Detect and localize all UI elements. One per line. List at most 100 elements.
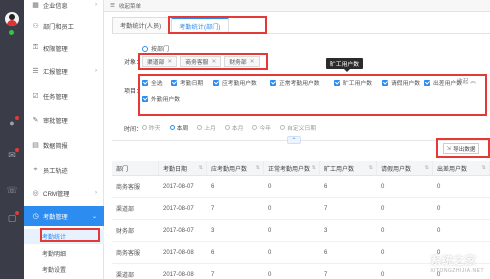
sidebar-item-label: 任务管理 [43,93,68,101]
avatar[interactable] [5,12,19,26]
cell: 财务部 [116,229,135,235]
cell: 0 [268,249,272,256]
sidebar: ▦ 企业信息 › ⚇ 部门和员工 ⚿ 权限管理 ☰ 汇报管理 › ☑ 任务管理 … [24,0,104,279]
column-header-leave[interactable]: 请假用户数 ⇅ [377,161,433,175]
sidebar-item-departments[interactable]: ⚇ 部门和员工 [24,16,104,36]
column-header-date[interactable]: 考勤日期 ⇅ [159,161,207,175]
table-row[interactable]: 商务客服 2017-08-07 6 0 6 0 0 [112,176,490,198]
sidebar-sub-attendance-detail[interactable]: 考勤明细 [24,246,104,261]
sidebar-item-reports[interactable]: ☰ 汇报管理 › [24,61,104,81]
sidebar-item-permissions[interactable]: ⚿ 权限管理 [24,38,104,58]
sort-icon[interactable]: ⇅ [199,165,203,171]
phone-icon[interactable]: ☏ [6,185,18,195]
cell: 商务客服 [116,185,141,191]
header-label: 正常考勤用户数 [268,166,311,173]
cell: 7 [211,271,215,278]
notification-icon[interactable]: ● [6,116,19,128]
sidebar-item-label: 企业信息 [43,2,68,10]
divider [112,140,490,141]
sort-icon[interactable]: ⇅ [312,165,316,171]
sort-icon[interactable]: ⇅ [256,165,260,171]
sidebar-sub-attendance-settings[interactable]: 考勤设置 [24,262,104,277]
time-option-yesterday[interactable]: 昨天 [142,123,161,132]
route-icon: ⌖ [33,166,38,173]
time-options: 昨天 本周 上月 本月 今年 自定义日期 [142,123,325,132]
column-header-expected[interactable]: 应考勤用户数 ⇅ [207,161,264,175]
cell: 2017-08-07 [163,205,194,212]
radio-label: 按部门 [151,47,170,53]
mail-icon[interactable]: ✉ [6,148,19,160]
highlight-box [138,74,487,116]
chevron-up-icon[interactable]: ⌃ [287,136,301,144]
sidebar-item-employee-tracks[interactable]: ⌖ 员工轨迹 [24,160,104,180]
chevron-down-icon: ⌄ [91,213,97,220]
clock-icon: ◷ [32,213,39,220]
radio-icon [142,125,147,130]
cell: 2017-08-08 [163,249,194,256]
cell: 7 [211,205,215,212]
cell: 6 [211,183,215,190]
header-label: 部门 [116,166,129,173]
approval-icon: ✎ [32,117,39,124]
sort-icon[interactable]: ⇅ [369,165,373,171]
sort-icon[interactable]: ⇅ [482,165,486,171]
cell: 渠道部 [116,273,135,279]
column-header-trip[interactable]: 出差用户数 ⇅ [433,161,490,175]
radio-icon [280,125,286,130]
cell: 0 [268,183,272,190]
online-status-dot [9,30,14,35]
cell: 6 [211,249,215,256]
time-option-label: 今年 [259,126,272,132]
time-label: 时间： [124,127,143,133]
sidebar-item-tasks[interactable]: ☑ 任务管理 [24,86,104,106]
time-option-this-month[interactable]: 本月 [224,123,243,132]
time-option-this-year[interactable]: 今年 [252,123,271,132]
time-option-custom[interactable]: 自定义日期 [280,123,316,132]
sidebar-item-label: 审批管理 [43,117,68,125]
report-icon: ☰ [32,68,39,75]
cell: 0 [437,205,441,212]
sidebar-item-company[interactable]: ▦ 企业信息 › [24,0,104,15]
time-option-this-week[interactable]: 本周 [169,123,188,132]
cell: 商务客服 [116,251,141,257]
table-row[interactable]: 财务部 2017-08-07 3 0 3 0 0 [112,220,490,242]
sidebar-item-attendance[interactable]: ◷ 考勤管理 ⌄ [24,206,104,226]
radio-icon [252,125,258,130]
cell: 6 [324,183,328,190]
app-rail: ● ✉ ☏ ▢ [0,0,24,279]
task-icon: ☑ [32,93,39,100]
sidebar-item-crm[interactable]: ◎ CRM管理 › [24,183,104,203]
column-header-department[interactable]: 部门 [112,161,159,175]
sidebar-item-data-brief[interactable]: ▤ 数据简报 [24,135,104,155]
radio-selected-icon [169,125,175,130]
watermark: 系统之家 XITONGZHIJIA.NET [430,252,484,274]
time-option-last-month[interactable]: 上月 [197,123,216,132]
building-icon: ▦ [32,2,39,9]
cell: 2017-08-08 [163,271,194,278]
collapse-menu-label[interactable]: 收起菜单 [119,2,141,10]
collapse-menu-icon[interactable]: ☰ [110,3,115,9]
sidebar-item-label: 员工轨迹 [43,167,68,175]
chevron-right-icon: › [95,190,97,196]
time-option-label: 昨天 [149,126,161,132]
chat-icon[interactable]: ▢ [6,211,19,223]
sidebar-sub-label: 考勤明细 [42,252,67,258]
sort-icon[interactable]: ⇅ [425,165,429,171]
cell: 3 [211,227,215,234]
column-header-normal[interactable]: 正常考勤用户数 ⇅ [264,161,320,175]
sidebar-item-approvals[interactable]: ✎ 审批管理 [24,110,104,130]
header-label: 请假用户数 [381,166,412,173]
sidebar-item-label: 考勤管理 [43,213,68,221]
table-row[interactable]: 渠道部 2017-08-07 7 0 7 0 0 [112,198,490,220]
by-department-radio[interactable]: 按部门 [142,44,169,53]
column-header-absent[interactable]: 旷工用户数 ⇅ [320,161,377,175]
tooltip: 旷工用户数 [326,58,363,72]
crm-icon: ◎ [32,190,39,197]
cell: 0 [437,227,441,234]
tab-attendance-by-person[interactable]: 考勤统计(人员) [112,17,170,33]
table-header: 部门 考勤日期 ⇅ 应考勤用户数 ⇅ 正常考勤用户数 ⇅ 旷工用户数 ⇅ 请假用户数 ⇅ … [112,161,490,176]
cell: 7 [324,205,328,212]
main-panel: 考勤统计(人员) 考勤统计(部门) 对象： 按部门 渠道部 ✕ 商务客服 ✕ 财务部… [104,12,490,279]
cell: 0 [268,205,272,212]
sidebar-item-label: 部门和员工 [43,23,74,31]
